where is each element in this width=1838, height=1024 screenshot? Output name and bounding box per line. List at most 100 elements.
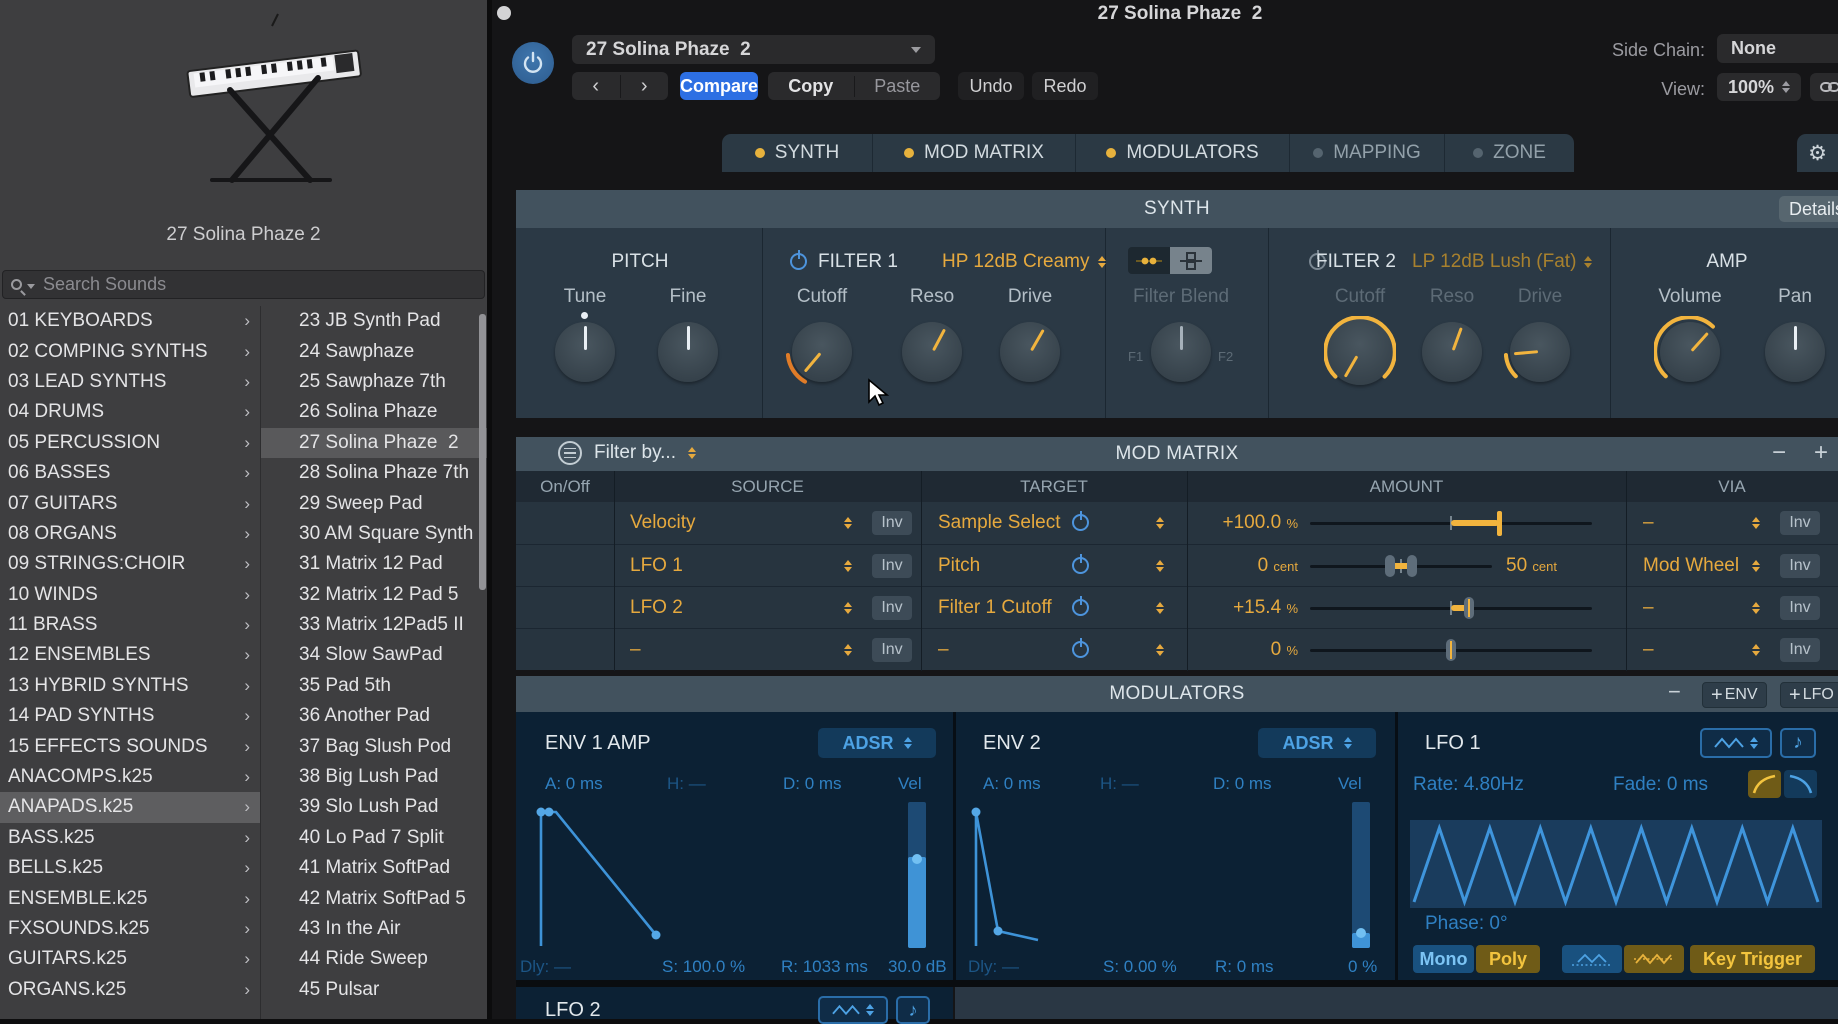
tune-knob[interactable] [555, 322, 615, 382]
env1-vel-amount[interactable]: 30.0 dB [888, 957, 947, 977]
source-value[interactable]: – [630, 629, 641, 671]
amount-value[interactable]: 0 % [1126, 629, 1298, 671]
filter-parallel-button[interactable] [1170, 247, 1212, 274]
env1-sustain[interactable]: S: 100.0 % [662, 957, 745, 977]
env2-delay[interactable]: Dly: — [968, 957, 1019, 977]
sidebar-category-item[interactable]: GUITARS.k25› [0, 944, 260, 974]
side-chain-dropdown[interactable]: None [1717, 34, 1838, 63]
amount-value[interactable]: +100.0 % [1126, 502, 1298, 544]
copy-button[interactable]: Copy [768, 76, 855, 97]
sidebar-category-item[interactable]: 07 GUITARS› [0, 488, 260, 518]
via-invert-button[interactable]: Inv [1780, 554, 1820, 578]
sidebar-preset-item[interactable]: 32 Matrix 12 Pad 5 [261, 580, 487, 610]
sidebar-category-item[interactable]: ANAPADS.k25› [0, 792, 260, 822]
lfo1-unipolar-button[interactable] [1562, 945, 1622, 973]
sidebar-preset-item[interactable]: 25 Sawphaze 7th [261, 367, 487, 397]
sidebar-category-item[interactable]: 08 ORGANS› [0, 519, 260, 549]
amount-value[interactable]: +15.4 % [1126, 587, 1298, 629]
source-arrows-icon[interactable] [844, 502, 852, 544]
filter1-type-dropdown[interactable]: HP 12dB Creamy [942, 251, 1106, 273]
env2-velocity-slider[interactable] [1352, 802, 1370, 948]
sidebar-preset-item[interactable]: 36 Another Pad [261, 701, 487, 731]
sidebar-category-item[interactable]: 14 PAD SYNTHS› [0, 701, 260, 731]
source-value[interactable]: LFO 1 [630, 545, 683, 587]
source-invert-button[interactable]: Inv [872, 554, 912, 578]
sidebar-preset-item[interactable]: 45 Pulsar [261, 975, 487, 1005]
sidebar-category-item[interactable]: 09 STRINGS:CHOIR› [0, 549, 260, 579]
lfo1-key-trigger-button[interactable]: Key Trigger [1690, 945, 1815, 973]
filter1-drive-knob[interactable] [1000, 322, 1060, 382]
mod-matrix-add-row-button[interactable]: + [1814, 439, 1828, 467]
source-arrows-icon[interactable] [844, 545, 852, 587]
row-power-button[interactable] [1072, 599, 1089, 616]
filter2-cutoff-knob[interactable] [1327, 319, 1393, 385]
mod-matrix-remove-row-button[interactable]: − [1772, 439, 1786, 467]
sidebar-preset-item[interactable]: 30 AM Square Synth [261, 519, 487, 549]
filter-serial-button[interactable] [1128, 247, 1170, 274]
sidebar-preset-item[interactable]: 27 Solina Phaze 2 [261, 428, 487, 458]
sidebar-preset-item[interactable]: 33 Matrix 12Pad5 II [261, 610, 487, 640]
sidebar-category-item[interactable]: 02 COMPING SYNTHS› [0, 336, 260, 366]
plugin-power-button[interactable] [512, 42, 554, 84]
redo-button[interactable]: Redo [1032, 72, 1098, 100]
window-close-button[interactable] [497, 6, 511, 20]
via-amount-value[interactable]: 50 cent [1506, 545, 1557, 587]
sidebar-preset-item[interactable]: 38 Big Lush Pad [261, 762, 487, 792]
sidebar-preset-item[interactable]: 44 Ride Sweep [261, 944, 487, 974]
env2-display[interactable] [968, 798, 1308, 950]
view-zoom-stepper[interactable]: 100% [1717, 73, 1801, 101]
lfo2-sync-button[interactable]: ♪ [896, 996, 930, 1024]
preset-dropdown[interactable]: 27 Solina Phaze 2 [572, 35, 935, 64]
env1-attack[interactable]: A: 0 ms [545, 774, 603, 794]
sidebar-preset-item[interactable]: 31 Matrix 12 Pad [261, 549, 487, 579]
sidebar-preset-item[interactable]: 29 Sweep Pad [261, 488, 487, 518]
source-invert-button[interactable]: Inv [872, 511, 912, 535]
settings-gear-button[interactable]: ⚙ [1797, 134, 1838, 172]
sidebar-category-item[interactable]: BASS.k25› [0, 823, 260, 853]
sidebar-preset-item[interactable]: 26 Solina Phaze [261, 397, 487, 427]
via-arrows-icon[interactable] [1752, 545, 1760, 587]
sidebar-preset-item[interactable]: 34 Slow SawPad [261, 640, 487, 670]
link-button[interactable] [1810, 73, 1838, 101]
search-sounds-field[interactable] [2, 270, 485, 299]
source-arrows-icon[interactable] [844, 629, 852, 671]
via-value[interactable]: – [1643, 587, 1654, 629]
sidebar-category-item[interactable]: 12 ENSEMBLES› [0, 640, 260, 670]
sidebar-preset-item[interactable]: 37 Bag Slush Pod [261, 731, 487, 761]
sidebar-preset-item[interactable]: 40 Lo Pad 7 Split [261, 823, 487, 853]
search-scope-chevron-icon[interactable] [27, 284, 35, 289]
amount-value[interactable]: 0 cent [1126, 545, 1298, 587]
env2-vel-amount[interactable]: 0 % [1348, 957, 1377, 977]
slider-handle[interactable] [1446, 639, 1456, 661]
via-arrows-icon[interactable] [1752, 502, 1760, 544]
previous-preset-button[interactable]: ‹ [572, 75, 621, 98]
lfo1-waveform-dropdown[interactable] [1700, 728, 1772, 758]
modulators-remove-button[interactable]: − [1668, 679, 1681, 705]
lfo1-sync-button[interactable]: ♪ [1780, 728, 1816, 758]
via-invert-button[interactable]: Inv [1780, 511, 1820, 535]
env1-velocity-handle[interactable] [912, 854, 922, 864]
sidebar-category-item[interactable]: 06 BASSES› [0, 458, 260, 488]
details-button[interactable]: Details [1779, 196, 1838, 222]
amp-pan-knob[interactable] [1765, 322, 1825, 382]
add-env-button[interactable]: +ENV [1702, 682, 1767, 708]
target-value[interactable]: Filter 1 Cutoff [938, 587, 1052, 629]
tab-zone[interactable]: ZONE [1444, 134, 1574, 172]
sidebar-category-item[interactable]: 15 EFFECTS SOUNDS› [0, 731, 260, 761]
sidebar-category-item[interactable]: BELLS.k25› [0, 853, 260, 883]
filter2-type-dropdown[interactable]: LP 12dB Lush (Fat) [1412, 251, 1592, 273]
filter1-cutoff-knob[interactable] [792, 322, 852, 382]
sidebar-preset-item[interactable]: 42 Matrix SoftPad 5 [261, 883, 487, 913]
via-value[interactable]: – [1643, 629, 1654, 671]
lfo2-waveform-dropdown[interactable] [818, 996, 888, 1024]
filter1-power-button[interactable] [790, 253, 807, 270]
paste-button[interactable]: Paste [855, 76, 941, 97]
env2-sustain[interactable]: S: 0.00 % [1103, 957, 1177, 977]
env2-mode-dropdown[interactable]: ADSR [1258, 728, 1376, 758]
row-power-button[interactable] [1072, 641, 1089, 658]
via-arrows-icon[interactable] [1752, 587, 1760, 629]
env2-decay[interactable]: D: 0 ms [1213, 774, 1272, 794]
env2-hold[interactable]: H: — [1100, 774, 1139, 794]
sidebar-preset-item[interactable]: 28 Solina Phaze 7th [261, 458, 487, 488]
via-arrows-icon[interactable] [1752, 629, 1760, 671]
